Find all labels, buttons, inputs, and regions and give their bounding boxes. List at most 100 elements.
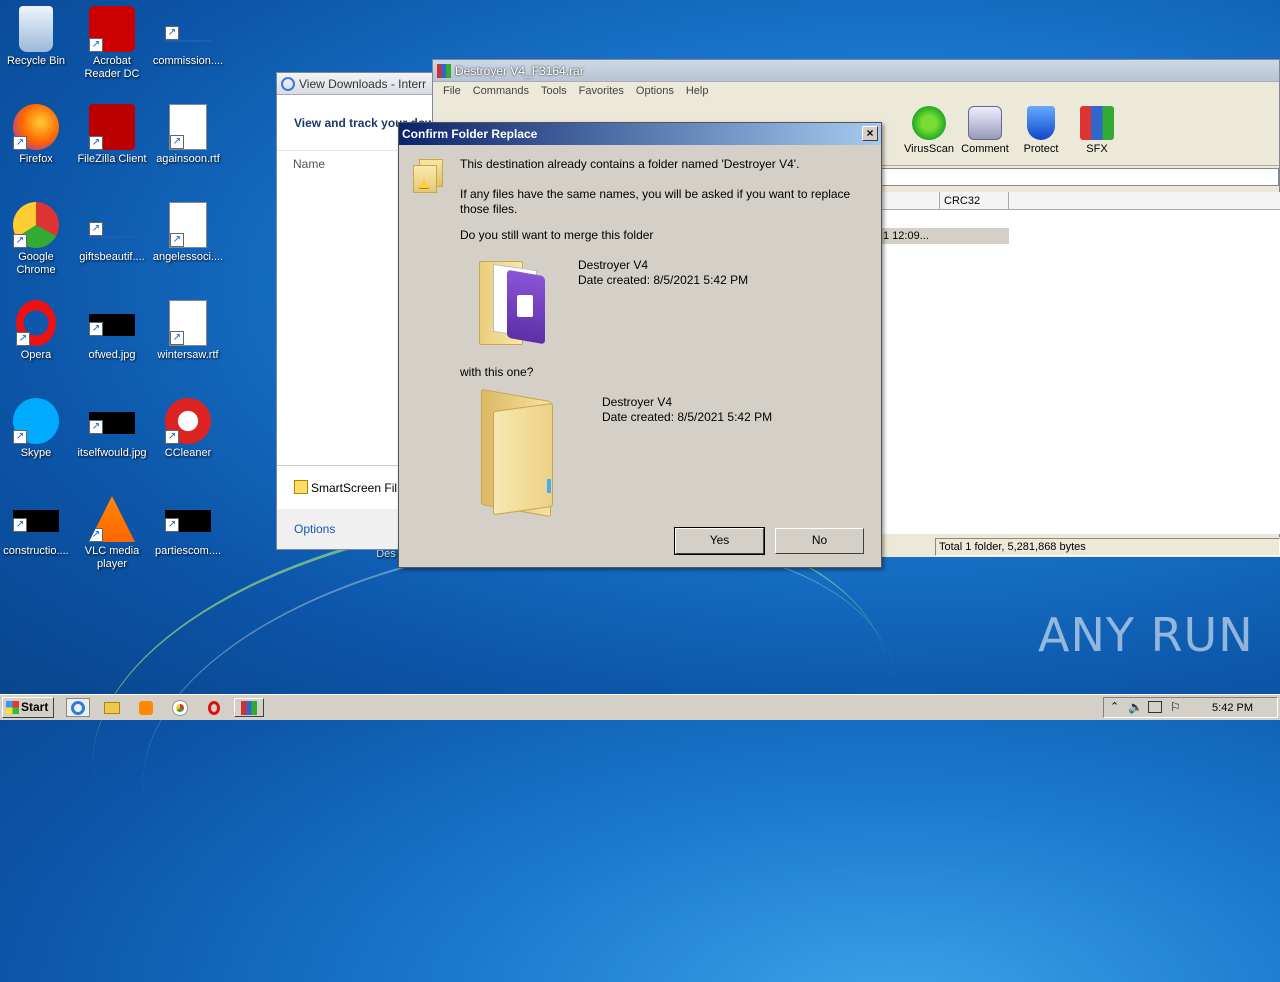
taskbar: Start ⌃ 🔈 ⚐ 5:42 PM: [0, 694, 1280, 720]
desktop-icon[interactable]: ↗ commission....: [150, 6, 226, 68]
comment-button[interactable]: Comment: [957, 100, 1013, 155]
explorer-taskbar-icon[interactable]: [100, 698, 124, 717]
shortcut-arrow-icon: ↗: [170, 233, 184, 247]
winrar-title: Destroyer V4_F3164.rar: [455, 64, 584, 78]
shortcut-arrow-icon: ↗: [165, 26, 179, 40]
clock[interactable]: 5:42 PM: [1212, 702, 1253, 714]
desktop-icon-label: againsoon.rtf: [156, 153, 220, 165]
shortcut-arrow-icon: ↗: [16, 332, 30, 346]
merge-folders-icon: [413, 159, 445, 193]
desktop-icon[interactable]: ↗ Acrobat Reader DC: [74, 6, 150, 81]
menu-options[interactable]: Options: [630, 85, 680, 97]
image-icon: ↗: [165, 510, 211, 532]
winrar-path-bar[interactable]: [881, 168, 1279, 186]
desktop-icon[interactable]: ↗ FileZilla Client: [74, 104, 150, 166]
shortcut-arrow-icon: ↗: [13, 518, 27, 532]
no-button[interactable]: No: [775, 528, 864, 554]
network-icon[interactable]: [1148, 701, 1162, 713]
opera-taskbar-icon[interactable]: [202, 698, 226, 717]
desktop-icon[interactable]: ↗ againsoon.rtf: [150, 104, 226, 166]
shortcut-arrow-icon: ↗: [89, 38, 103, 52]
desktop-icon[interactable]: ↗ VLC media player: [74, 496, 150, 571]
desktop-icon-label: wintersaw.rtf: [157, 349, 219, 361]
media-player-taskbar-icon[interactable]: [134, 698, 158, 717]
show-hidden-icons-icon[interactable]: ⌃: [1110, 700, 1119, 713]
desktop-icon-label: angelessoci....: [152, 251, 224, 263]
desktop-icon-label: partiescom....: [154, 545, 222, 557]
desktop-icon[interactable]: ↗ Skype: [0, 398, 74, 460]
desktop-icon[interactable]: ↗ constructio....: [0, 496, 74, 558]
action-center-flag-icon[interactable]: ⚐: [1170, 700, 1181, 714]
desktop-icon[interactable]: ↗ angelessoci....: [150, 202, 226, 264]
anyrun-watermark: ANY RUN: [1038, 608, 1254, 662]
chrome-taskbar-icon[interactable]: [168, 698, 192, 717]
ie-icon: [281, 77, 295, 91]
shortcut-arrow-icon: ↗: [89, 136, 103, 150]
desktop-icon-label: CCleaner: [164, 447, 212, 459]
desktop-icon[interactable]: Recycle Bin: [0, 6, 74, 68]
firefox-icon: ↗: [13, 104, 59, 150]
dialog-title: Confirm Folder Replace: [402, 127, 538, 141]
desktop-icon[interactable]: ↗ Opera: [0, 300, 74, 362]
desktop-icon[interactable]: ↗ itselfwould.jpg: [74, 398, 150, 460]
crc32-column[interactable]: CRC32: [939, 192, 1009, 210]
desktop-icon-label: VLC media player: [84, 545, 140, 570]
menu-tools[interactable]: Tools: [535, 85, 573, 97]
dialog-titlebar[interactable]: Confirm Folder Replace ×: [399, 123, 881, 145]
desktop-icon[interactable]: ↗ partiescom....: [150, 496, 226, 558]
desktop-icon-label: Google Chrome: [16, 251, 56, 276]
image-icon: ↗: [89, 412, 135, 434]
yes-button[interactable]: Yes: [674, 527, 765, 555]
vlc-icon: ↗: [89, 496, 135, 542]
desktop-icon[interactable]: ↗ giftsbeautif....: [74, 202, 150, 264]
shortcut-arrow-icon: ↗: [170, 331, 184, 345]
desktop-icon-label: Acrobat Reader DC: [84, 55, 140, 80]
desktop-icon[interactable]: ↗ CCleaner: [150, 398, 226, 460]
virusscan-button[interactable]: VirusScan: [901, 100, 957, 155]
shortcut-arrow-icon: ↗: [89, 222, 103, 236]
file-row-modified[interactable]: 1 12:09...: [881, 228, 1009, 244]
winrar-statusbar: Total 1 folder, 5,281,868 bytes: [881, 537, 1280, 557]
shortcut-arrow-icon: ↗: [165, 430, 179, 444]
word-doc-icon: ↗: [169, 300, 207, 346]
virusscan-icon: [912, 106, 946, 140]
menu-favorites[interactable]: Favorites: [573, 85, 630, 97]
protect-button[interactable]: Protect: [1013, 100, 1069, 155]
acrobat-icon: ↗: [89, 6, 135, 52]
shortcut-arrow-icon: ↗: [89, 528, 103, 542]
desktop-icon[interactable]: ↗ wintersaw.rtf: [150, 300, 226, 362]
recycle-bin-icon: [19, 6, 53, 52]
desktop-icon[interactable]: ↗ Google Chrome: [0, 202, 74, 277]
desktop-icon-label: Opera: [20, 349, 52, 361]
winrar-file-list: CRC32 1 12:09...: [881, 192, 1280, 534]
folder2-name: Destroyer V4: [602, 395, 673, 409]
winrar-titlebar[interactable]: Destroyer V4_F3164.rar: [433, 60, 1279, 82]
sfx-button[interactable]: SFX: [1069, 100, 1125, 155]
shortcut-arrow-icon: ↗: [89, 322, 103, 336]
menu-help[interactable]: Help: [680, 85, 715, 97]
menu-file[interactable]: File: [437, 85, 467, 97]
view-downloads-titlebar[interactable]: View Downloads - Interr: [277, 73, 435, 95]
menu-commands[interactable]: Commands: [467, 85, 535, 97]
desktop-icon-label: itselfwould.jpg: [77, 447, 147, 459]
sfx-label: SFX: [1086, 143, 1108, 155]
watermark-text: ANY RUN: [1038, 608, 1254, 662]
view-downloads-title: View Downloads - Interr: [299, 77, 427, 91]
comment-label: Comment: [961, 143, 1009, 155]
winrar-taskbar-icon[interactable]: [234, 698, 264, 717]
shortcut-arrow-icon: ↗: [165, 518, 179, 532]
desktop-icon[interactable]: ↗ Firefox: [0, 104, 74, 166]
folder2-date: Date created: 8/5/2021 5:42 PM: [602, 410, 773, 424]
close-button[interactable]: ×: [862, 126, 878, 141]
word-doc-icon: ↗: [169, 104, 207, 150]
image-icon: ↗: [13, 510, 59, 532]
filezilla-icon: ↗: [89, 104, 135, 150]
source-folder-icon: [481, 388, 571, 518]
winrar-icon: [437, 64, 451, 78]
desktop-icon[interactable]: ↗ ofwed.jpg: [74, 300, 150, 362]
ccleaner-icon: ↗: [165, 398, 211, 444]
ie-taskbar-icon[interactable]: [66, 698, 90, 717]
shortcut-arrow-icon: ↗: [170, 135, 184, 149]
volume-icon[interactable]: 🔈: [1128, 700, 1143, 714]
start-button[interactable]: Start: [2, 697, 54, 718]
